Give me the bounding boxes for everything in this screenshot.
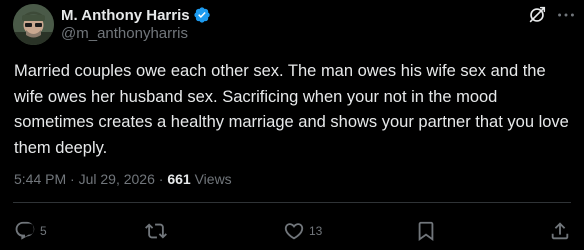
like-count: 13 bbox=[309, 224, 323, 238]
avatar[interactable] bbox=[13, 4, 54, 45]
share-icon bbox=[549, 220, 571, 242]
author-display-name[interactable]: M. Anthony Harris bbox=[61, 7, 190, 24]
bookmark-button[interactable] bbox=[415, 219, 437, 243]
repost-icon bbox=[145, 220, 167, 242]
meta-separator: · bbox=[66, 171, 79, 187]
divider bbox=[13, 202, 571, 203]
like-button[interactable]: 13 bbox=[283, 219, 322, 243]
post-time[interactable]: 5:44 PM bbox=[14, 171, 66, 187]
views-label: Views bbox=[194, 171, 232, 187]
grok-icon[interactable] bbox=[526, 4, 548, 26]
post-text: Married couples owe each other sex. The … bbox=[14, 62, 569, 157]
views-count: 661 bbox=[167, 171, 191, 187]
avatar-image bbox=[13, 4, 54, 45]
post-date[interactable]: Jul 29, 2026 bbox=[79, 171, 155, 187]
meta-separator-2: · bbox=[154, 171, 168, 187]
author-name-line: M. Anthony Harris bbox=[61, 4, 211, 26]
bookmark-icon bbox=[415, 220, 437, 242]
reply-count: 5 bbox=[40, 224, 47, 238]
verified-badge-icon[interactable] bbox=[193, 6, 211, 24]
author-handle[interactable]: @m_anthonyharris bbox=[61, 25, 188, 42]
post-meta: 5:44 PM · Jul 29, 2026 · 661 Views bbox=[14, 171, 232, 187]
more-dots-icon[interactable] bbox=[555, 4, 577, 26]
post-card: M. Anthony Harris @m_anthonyharris Marri… bbox=[0, 0, 584, 250]
reply-button[interactable]: 5 bbox=[14, 219, 47, 243]
like-heart-icon bbox=[283, 220, 305, 242]
reply-icon bbox=[14, 220, 36, 242]
share-button[interactable] bbox=[549, 219, 571, 243]
repost-button[interactable] bbox=[145, 219, 171, 243]
